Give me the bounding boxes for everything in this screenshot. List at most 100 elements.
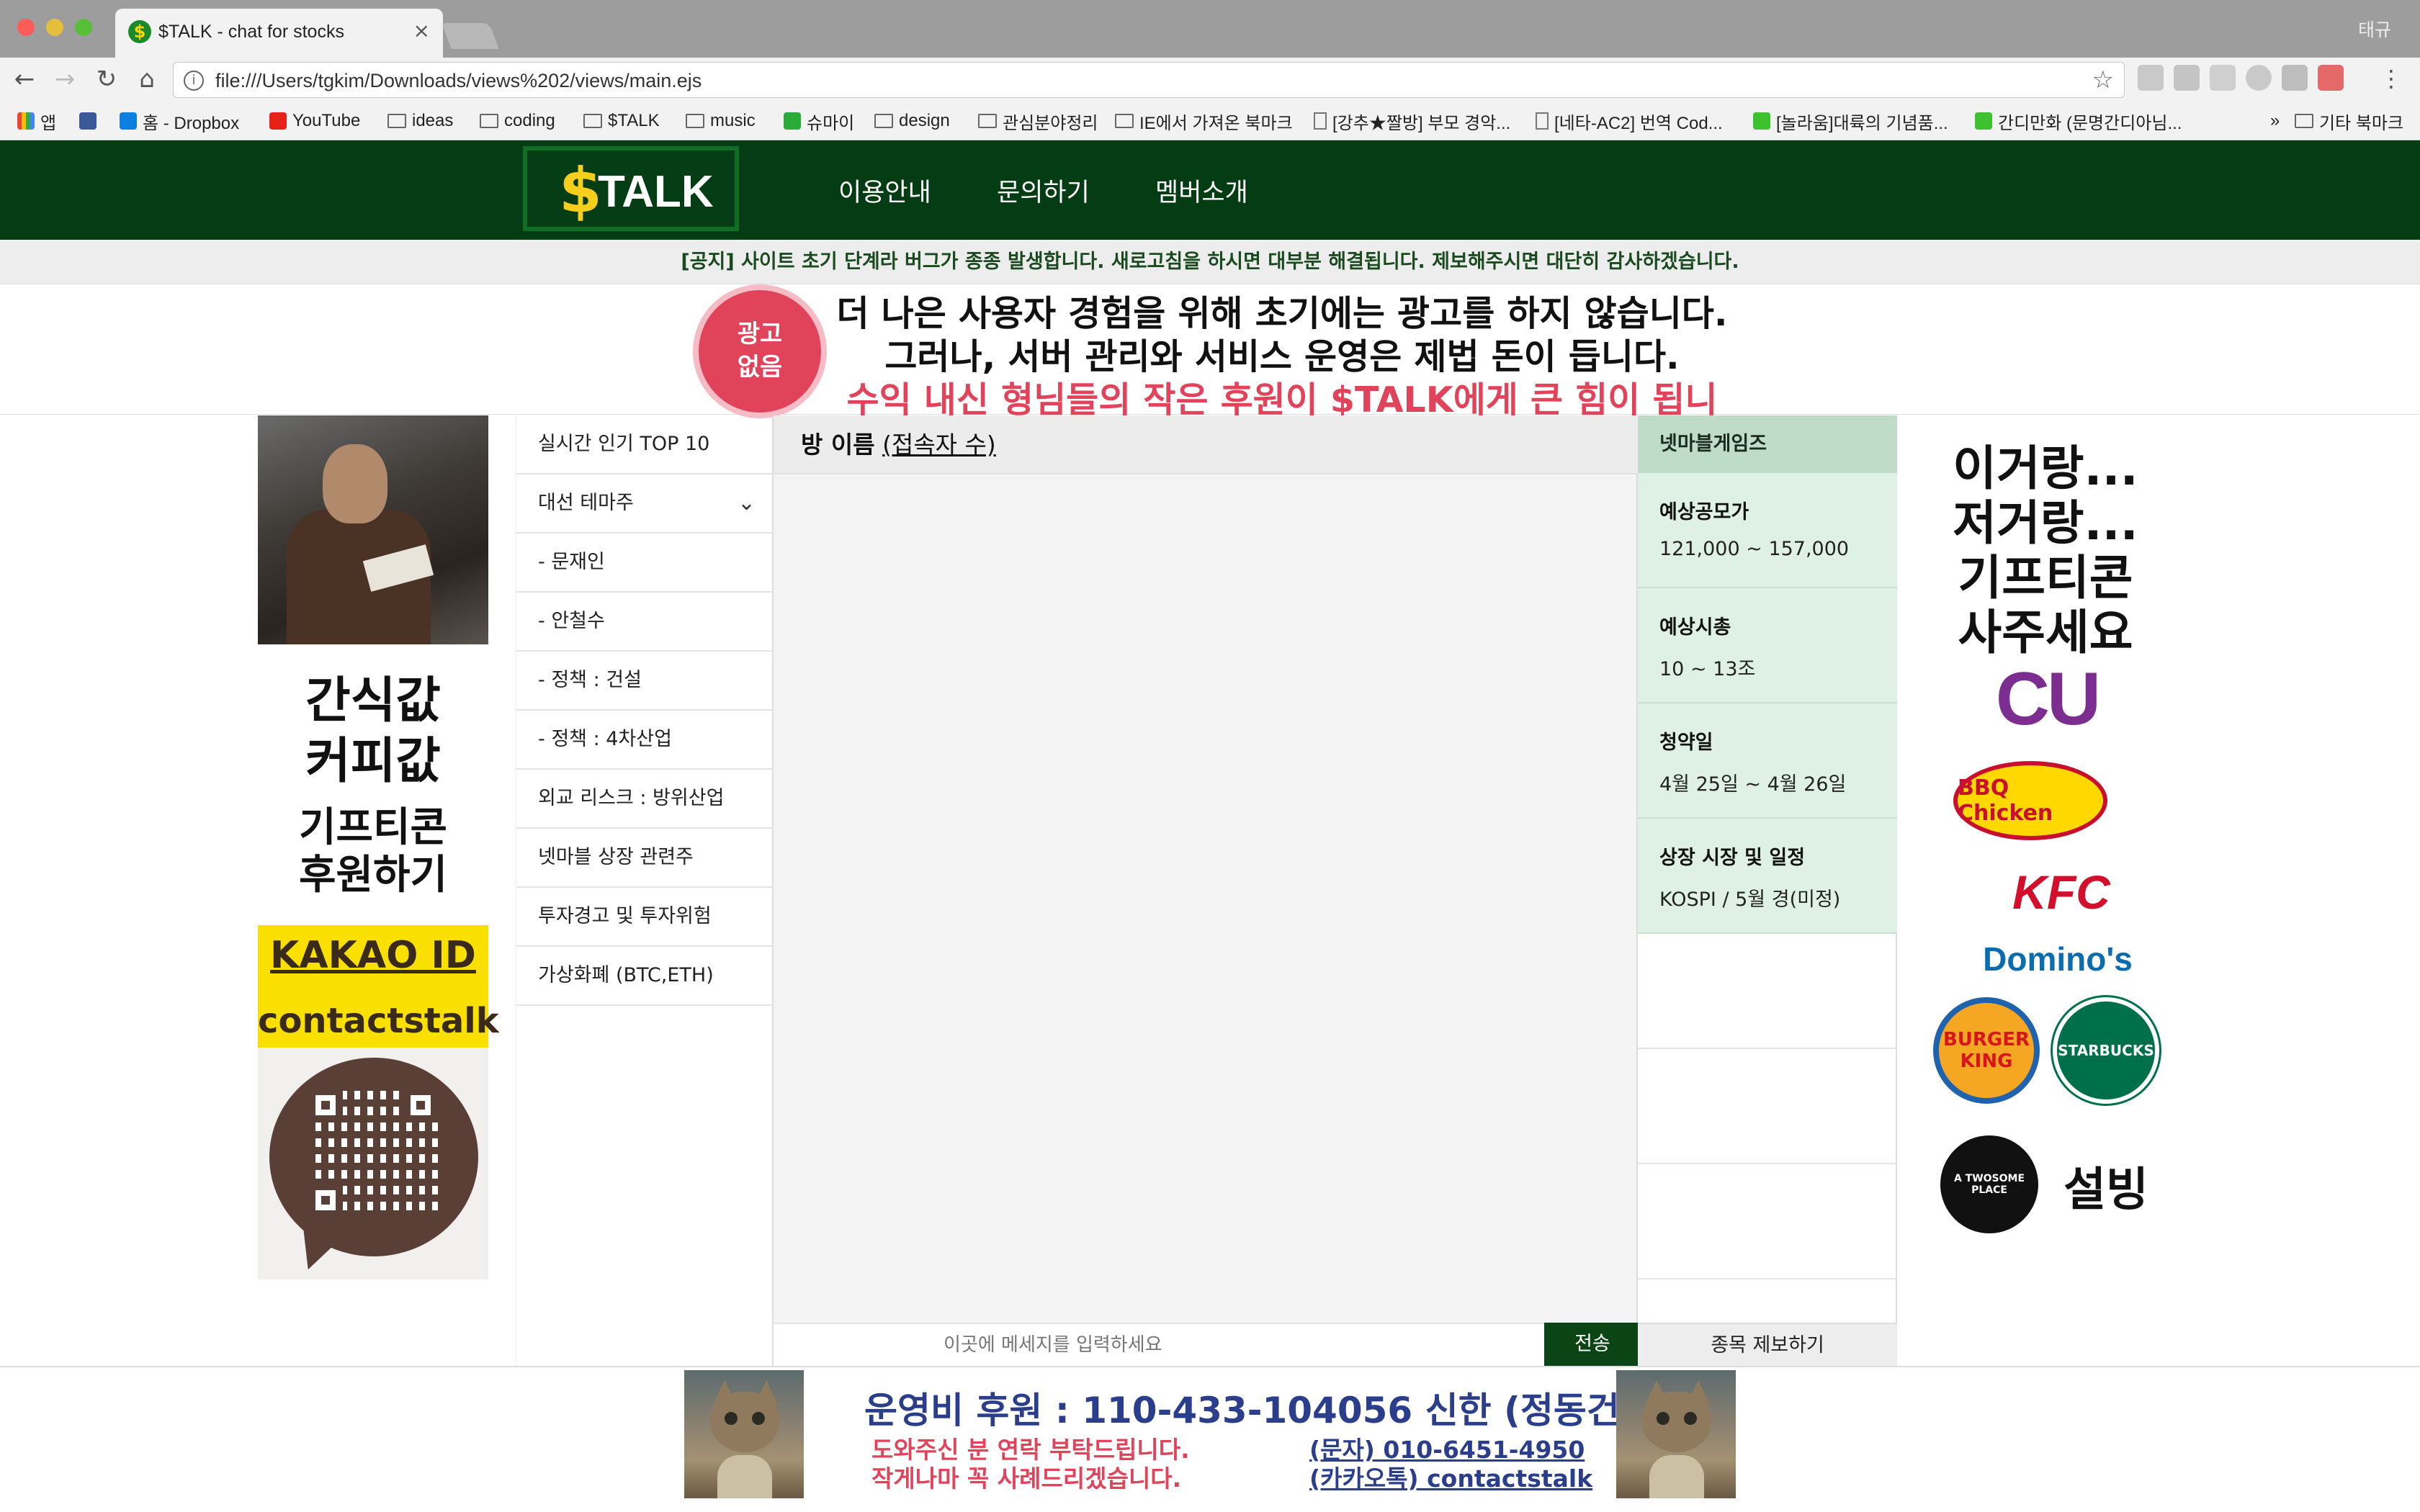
url-text[interactable]: file:///Users/tgkim/Downloads/views%202/… bbox=[215, 70, 702, 92]
page-icon bbox=[1536, 112, 1549, 130]
extension-icon[interactable] bbox=[2210, 65, 2236, 91]
download-extension-icon[interactable] bbox=[2138, 65, 2164, 91]
bookmark-stalk[interactable]: $TALK bbox=[583, 108, 660, 134]
sidebar-item-netmarble[interactable]: 넷마블 상장 관련주 bbox=[516, 829, 774, 888]
logo-dollar: $ bbox=[559, 155, 602, 227]
cat-eye bbox=[1684, 1412, 1697, 1425]
bookmark-apps[interactable]: 앱 bbox=[17, 108, 56, 134]
left-donation-ad: 간식값 커피값 기프티콘 후원하기 KAKAO ID contactstalk bbox=[258, 415, 499, 1279]
bookmark-interests[interactable]: 관심분야정리 bbox=[978, 108, 1098, 134]
new-tab-button[interactable] bbox=[442, 23, 499, 49]
message-input[interactable] bbox=[944, 1324, 1592, 1366]
maximize-window-icon[interactable] bbox=[75, 19, 92, 36]
qr-corner bbox=[403, 1088, 438, 1122]
browser-tab[interactable]: $ $TALK - chat for stocks × bbox=[115, 9, 443, 58]
info-icon[interactable]: i bbox=[184, 71, 204, 91]
donation-account: 운영비 후원 : 110-433-104056 신한 (정동건) bbox=[864, 1390, 1636, 1431]
qr-code-icon bbox=[308, 1088, 438, 1218]
back-icon[interactable]: ← bbox=[10, 65, 39, 94]
nav-members[interactable]: 멤버소개 bbox=[1155, 172, 1248, 209]
home-icon[interactable]: ⌂ bbox=[133, 65, 161, 94]
forward-icon[interactable]: → bbox=[50, 65, 79, 94]
info-label: 예상시총 bbox=[1659, 616, 1731, 639]
send-button[interactable]: 전송 bbox=[1544, 1323, 1641, 1366]
chat-messages[interactable] bbox=[774, 474, 1638, 1323]
reload-icon[interactable]: ↻ bbox=[92, 65, 121, 94]
bookmark-facebook[interactable] bbox=[79, 108, 97, 134]
bookmark-ideas[interactable]: ideas bbox=[387, 108, 453, 134]
sidebar-item-warning[interactable]: 투자경고 및 투자위험 bbox=[516, 888, 774, 947]
site-logo[interactable]: $ TALK bbox=[523, 146, 739, 231]
sidebar-item-moon[interactable]: - 문재인 bbox=[516, 534, 774, 593]
bookmark-design[interactable]: design bbox=[874, 108, 950, 134]
bookmark-music[interactable]: music bbox=[686, 108, 756, 134]
sidebar-item-label: 대선 테마주 bbox=[538, 492, 634, 514]
report-stock-button[interactable]: 종목 제보하기 bbox=[1638, 1323, 1897, 1366]
sidebar-item-election-theme[interactable]: 대선 테마주 ⌄ bbox=[516, 474, 774, 534]
tab-favicon-icon: $ bbox=[128, 20, 151, 43]
qr-corner bbox=[308, 1088, 343, 1122]
chevron-down-icon[interactable]: ⌄ bbox=[738, 474, 756, 532]
folder-icon bbox=[387, 114, 406, 128]
donation-note-2: 작게나마 꼭 사례드리겠습니다. bbox=[871, 1464, 1182, 1493]
notification-extension-icon[interactable] bbox=[2318, 65, 2344, 91]
menu-icon[interactable]: ⋮ bbox=[2377, 65, 2406, 92]
room-sidebar: 실시간 인기 TOP 10 대선 테마주 ⌄ - 문재인 - 안철수 - 정책 :… bbox=[516, 415, 774, 1366]
shield-extension-icon[interactable] bbox=[2282, 65, 2308, 91]
bookmark-page-2[interactable]: [네타-AC2] 번역 Cod... bbox=[1536, 108, 1723, 134]
tab-close-icon[interactable]: × bbox=[413, 19, 430, 42]
kfc-logo: KFC bbox=[2012, 865, 2110, 919]
close-window-icon[interactable] bbox=[17, 19, 35, 36]
bookmark-ie-imported[interactable]: IE에서 가져온 북마크 bbox=[1115, 108, 1293, 134]
room-name: 방 이름 bbox=[801, 431, 875, 459]
bookmark-shumai[interactable]: 슈마이 bbox=[784, 108, 854, 134]
drive-extension-icon[interactable] bbox=[2246, 65, 2272, 91]
info-value: 10 ~ 13조 bbox=[1659, 658, 1756, 680]
site-icon bbox=[784, 112, 801, 130]
info-title: 넷마블게임즈 bbox=[1638, 415, 1897, 473]
notice-bar: [공지] 사이트 초기 단계라 버그가 종종 발생합니다. 새로고침을 하시면 … bbox=[0, 240, 2420, 284]
folder-icon bbox=[874, 114, 893, 128]
bookmark-blog-1[interactable]: [놀라움]대륙의 기념품... bbox=[1753, 108, 1948, 134]
bookmark-coding[interactable]: coding bbox=[480, 108, 555, 134]
cat-head bbox=[710, 1392, 779, 1452]
no-ads-badge: 광고 없음 bbox=[693, 284, 827, 418]
nav-contact[interactable]: 문의하기 bbox=[997, 172, 1090, 209]
bookmark-page-1[interactable]: [강추★짤방] 부모 경악... bbox=[1314, 108, 1510, 134]
donation-footer: 운영비 후원 : 110-433-104056 신한 (정동건) 도와주신 분 … bbox=[0, 1366, 2420, 1512]
twosome-place-logo: A TWOSOME PLACE bbox=[1940, 1135, 2038, 1233]
browser-chrome: $ $TALK - chat for stocks × 태규 ← → ↻ ⌂ i… bbox=[0, 0, 2420, 140]
cat-paw bbox=[717, 1455, 772, 1498]
kakao-id-label: KAKAO ID bbox=[270, 934, 476, 977]
bookmark-other[interactable]: 기타 북마크 bbox=[2295, 108, 2403, 134]
cat-head bbox=[1642, 1392, 1711, 1452]
nav-guide[interactable]: 이용안내 bbox=[838, 172, 931, 209]
folder-icon bbox=[2295, 114, 2313, 128]
burger-king-logo: BURGER KING bbox=[1933, 997, 2040, 1104]
info-value: KOSPI / 5월 경(미정) bbox=[1659, 888, 1841, 911]
bookmark-star-icon[interactable]: ☆ bbox=[2092, 66, 2114, 94]
bookmark-dropbox[interactable]: 홈 - Dropbox bbox=[120, 108, 239, 134]
sidebar-item-top10[interactable]: 실시간 인기 TOP 10 bbox=[516, 415, 774, 474]
sidebar-item-ahn[interactable]: - 안철수 bbox=[516, 593, 774, 652]
bookmark-youtube[interactable]: YouTube bbox=[269, 108, 360, 134]
extension-icon[interactable] bbox=[2174, 65, 2200, 91]
chat-panel: 방 이름 (접속자 수) bbox=[774, 415, 1638, 1323]
address-bar[interactable]: i file:///Users/tgkim/Downloads/views%20… bbox=[173, 62, 2125, 98]
info-label: 청약일 bbox=[1659, 732, 1713, 754]
folder-icon bbox=[480, 114, 498, 128]
youtube-icon bbox=[269, 112, 287, 130]
sidebar-item-construction[interactable]: - 정책 : 건설 bbox=[516, 652, 774, 711]
minimize-window-icon[interactable] bbox=[46, 19, 63, 36]
sidebar-item-defense[interactable]: 외교 리스크 : 방위산업 bbox=[516, 770, 774, 829]
bookmark-blog-2[interactable]: 간디만화 (문명간디아님... bbox=[1975, 108, 2182, 134]
info-label: 상장 시장 및 일정 bbox=[1659, 847, 1806, 869]
info-row-offer-price: 예상공모가 121,000 ~ 157,000 bbox=[1638, 473, 1897, 588]
bookmarks-overflow-button[interactable]: » bbox=[2270, 108, 2280, 134]
info-empty-row bbox=[1638, 1164, 1897, 1279]
sidebar-item-crypto[interactable]: 가상화폐 (BTC,ETH) bbox=[516, 947, 774, 1006]
sidebar-item-4th-industry[interactable]: - 정책 : 4차산업 bbox=[516, 711, 774, 770]
tab-strip: $ $TALK - chat for stocks × 태규 bbox=[0, 0, 2420, 58]
ad-snack-line: 간식값 bbox=[305, 672, 441, 729]
profile-name[interactable]: 태규 bbox=[2358, 16, 2391, 42]
